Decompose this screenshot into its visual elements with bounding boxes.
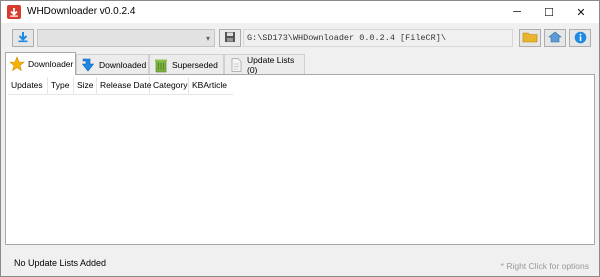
home-icon [548, 31, 562, 45]
app-logo-icon [7, 5, 21, 19]
window-title: WHDownloader v0.0.2.4 [27, 6, 136, 17]
bin-icon [153, 57, 169, 73]
download-button[interactable] [12, 29, 34, 47]
star-icon [9, 56, 25, 72]
tab-label: Update Lists (0) [247, 54, 295, 75]
download-path-field[interactable]: G:\SD173\WHDownloader 0.0.2.4 [FileCR]\ [243, 29, 513, 47]
tab-downloader[interactable]: Downloader [5, 52, 76, 75]
close-button[interactable]: ✕ [565, 1, 597, 23]
column-header-release-date[interactable]: Release Date [97, 77, 152, 94]
status-hint: * Right Click for options [500, 261, 589, 271]
save-button[interactable] [219, 29, 241, 47]
toolbar: ▾ G:\SD173\WHDownloader 0.0.2.4 [FileCR]… [1, 23, 599, 51]
update-list-dropdown[interactable]: ▾ [37, 29, 215, 47]
status-bar: No Update Lists Added * Right Click for … [1, 253, 599, 276]
minimize-button[interactable]: ─ [501, 1, 533, 23]
chevron-down-icon: ▾ [205, 34, 210, 43]
app-window: WHDownloader v0.0.2.4 ─ ☐ ✕ ▾ G:\SD173\W… [0, 0, 600, 277]
floppy-disk-icon [224, 31, 236, 45]
info-button[interactable] [569, 29, 591, 47]
column-header-kbarticle[interactable]: KBArticle [189, 77, 233, 94]
table-header: Updates Type Size Release Date Category … [8, 77, 233, 95]
tab-label: Downloader [28, 59, 74, 69]
tab-downloaded[interactable]: Downloaded [76, 54, 149, 74]
tab-update-lists[interactable]: Update Lists (0) [224, 54, 305, 75]
info-icon [574, 31, 587, 46]
tab-superseded[interactable]: Superseded [149, 54, 224, 74]
download-arrow-icon [16, 31, 30, 45]
title-bar[interactable]: WHDownloader v0.0.2.4 ─ ☐ ✕ [1, 1, 599, 23]
folder-icon [522, 31, 538, 45]
tab-label: Superseded [172, 59, 218, 70]
tab-label: Downloaded [99, 59, 147, 70]
maximize-button[interactable]: ☐ [533, 1, 565, 23]
column-header-type[interactable]: Type [48, 77, 74, 94]
tab-strip: Downloader Downloaded Superseded Update … [5, 52, 595, 75]
home-button[interactable] [544, 29, 566, 47]
status-text: No Update Lists Added [14, 258, 107, 268]
column-header-category[interactable]: Category [150, 77, 189, 94]
document-icon [228, 57, 244, 73]
updates-list[interactable]: Updates Type Size Release Date Category … [5, 74, 595, 245]
column-header-size[interactable]: Size [74, 77, 97, 94]
blue-arrow-icon [80, 57, 96, 73]
column-header-updates[interactable]: Updates [8, 77, 48, 94]
browse-folder-button[interactable] [519, 29, 541, 47]
